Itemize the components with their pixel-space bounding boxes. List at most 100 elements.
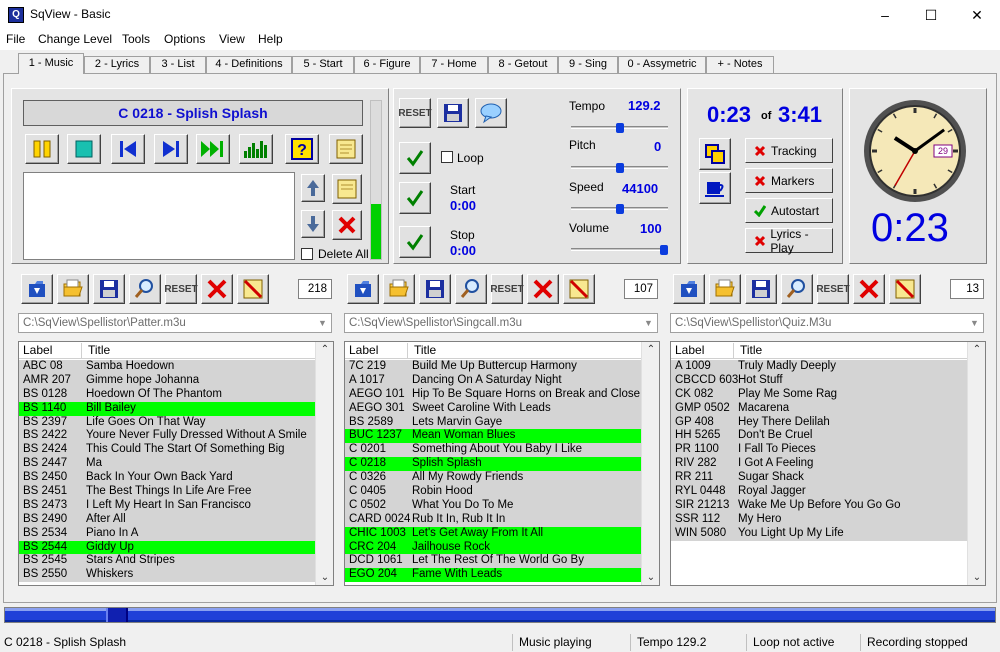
menu-tools[interactable]: Tools xyxy=(122,32,150,46)
edit-button[interactable] xyxy=(563,274,595,304)
tab-start[interactable]: 5 - Start xyxy=(292,56,354,73)
chevron-up-icon[interactable]: ⌃ xyxy=(642,344,659,355)
fast-forward-button[interactable] xyxy=(196,134,230,164)
playlist-select[interactable]: C:\SqView\Spellistor\Quiz.M3u ▼ xyxy=(670,313,984,333)
search-button[interactable] xyxy=(781,274,813,304)
table-row[interactable]: GP 408 Hey There Delilah xyxy=(671,415,967,430)
open-folder-button[interactable] xyxy=(57,274,89,304)
table-row[interactable]: CRC 204 Jailhouse Rock xyxy=(345,540,641,555)
delete-all-checkbox[interactable] xyxy=(301,248,313,260)
chevron-down-icon[interactable]: ⌄ xyxy=(316,572,333,583)
table-row[interactable]: HH 5265 Don't Be Cruel xyxy=(671,429,967,444)
help-button[interactable]: ? xyxy=(285,134,319,164)
minimize-button[interactable]: – xyxy=(862,0,908,30)
table-row[interactable]: BS 1140 Bill Bailey xyxy=(19,401,315,416)
open-folder-button[interactable] xyxy=(383,274,415,304)
tab-getout[interactable]: 8 - Getout xyxy=(488,56,558,73)
move-down-button[interactable] xyxy=(301,210,325,238)
table-row[interactable]: AEGO 301 Sweet Caroline With Leads xyxy=(345,401,641,416)
table-row[interactable]: BUC 1237 Mean Woman Blues xyxy=(345,429,641,444)
tab-notes[interactable]: + - Notes xyxy=(706,56,774,73)
delete-button[interactable] xyxy=(332,210,362,240)
chevron-up-icon[interactable]: ⌃ xyxy=(316,344,333,355)
table-row[interactable]: WIN 5080 You Light Up My Life xyxy=(671,526,967,541)
next-button[interactable] xyxy=(154,134,188,164)
table-row[interactable]: CK 082 Play Me Some Rag xyxy=(671,387,967,402)
maximize-button[interactable]: ☐ xyxy=(908,0,954,30)
pitch-slider-thumb[interactable] xyxy=(615,163,624,173)
table-row[interactable]: BS 0128 Hoedown Of The Phantom xyxy=(19,387,315,402)
reset-list-button[interactable]: RESET xyxy=(816,274,850,304)
column-label-header[interactable]: Label xyxy=(23,343,52,357)
notes-button[interactable] xyxy=(329,134,363,164)
vertical-scrollbar[interactable]: ⌃ ⌄ xyxy=(967,342,985,585)
save-list-button[interactable] xyxy=(419,274,451,304)
save-button[interactable] xyxy=(437,98,469,128)
set-stop-button[interactable] xyxy=(399,226,431,258)
edit-button[interactable] xyxy=(889,274,921,304)
tab-list[interactable]: 3 - List xyxy=(150,56,206,73)
tab-figure[interactable]: 6 - Figure xyxy=(354,56,420,73)
equalizer-button[interactable] xyxy=(239,134,273,164)
table-row[interactable]: C 0502 What You Do To Me xyxy=(345,498,641,513)
tab-assymetric[interactable]: 0 - Assymetric xyxy=(618,56,706,73)
table-row[interactable]: BS 2534 Piano In A xyxy=(19,526,315,541)
remove-button[interactable] xyxy=(853,274,885,304)
table-row[interactable]: SSR 112 My Hero xyxy=(671,512,967,527)
save-list-button[interactable] xyxy=(93,274,125,304)
stop-button[interactable] xyxy=(67,134,101,164)
table-row[interactable]: C 0405 Robin Hood xyxy=(345,485,641,499)
table-row[interactable]: BS 2490 After All xyxy=(19,512,315,527)
window-switch-button[interactable] xyxy=(699,138,731,170)
chevron-down-icon[interactable]: ⌄ xyxy=(968,572,985,583)
previous-button[interactable] xyxy=(111,134,145,164)
playlist-table[interactable]: Label Title A 1009 Truly Madly Deeply CBCCD … xyxy=(670,341,986,586)
loop-check-button[interactable] xyxy=(399,142,431,174)
tab-lyrics[interactable]: 2 - Lyrics xyxy=(84,56,150,73)
autostart-button[interactable]: Autostart xyxy=(745,198,833,223)
menu-view[interactable]: View xyxy=(219,32,245,46)
table-row[interactable]: BS 2473 I Left My Heart In San Francisco xyxy=(19,498,315,513)
reset-button[interactable]: RESET xyxy=(398,98,432,128)
table-row[interactable]: A 1009 Truly Madly Deeply xyxy=(671,360,967,374)
table-row[interactable]: RR 211 Sugar Shack xyxy=(671,471,967,486)
open-folder-button[interactable] xyxy=(709,274,741,304)
tab-music[interactable]: 1 - Music xyxy=(18,53,84,74)
chevron-up-icon[interactable]: ⌃ xyxy=(968,344,985,355)
table-row[interactable]: BS 2422 Youre Never Fully Dressed Without… xyxy=(19,429,315,444)
set-start-button[interactable] xyxy=(399,182,431,214)
table-row[interactable]: CHIC 1003 Let's Get Away From It All xyxy=(345,526,641,541)
playlist-select[interactable]: C:\SqView\Spellistor\Singcall.m3u ▼ xyxy=(344,313,658,333)
remove-button[interactable] xyxy=(201,274,233,304)
reset-list-button[interactable]: RESET xyxy=(164,274,198,304)
volume-slider[interactable] xyxy=(571,248,668,251)
table-row[interactable]: BS 2397 Life Goes On That Way xyxy=(19,415,315,430)
break-button[interactable] xyxy=(699,172,731,204)
table-row[interactable]: EGO 204 Fame With Leads xyxy=(345,568,641,583)
song-progress-bar[interactable] xyxy=(4,607,996,623)
lyrics-play-button[interactable]: Lyrics - Play xyxy=(745,227,833,255)
comment-button[interactable] xyxy=(475,98,507,128)
table-row[interactable]: BS 2447 Ma xyxy=(19,457,315,472)
tab-definitions[interactable]: 4 - Definitions xyxy=(206,56,292,73)
tab-home[interactable]: 7 - Home xyxy=(420,56,488,73)
table-row[interactable]: C 0218 Splish Splash xyxy=(345,457,641,472)
menu-help[interactable]: Help xyxy=(258,32,283,46)
column-label-header[interactable]: Label xyxy=(349,343,378,357)
column-title-header[interactable]: Title xyxy=(733,343,762,359)
table-row[interactable]: DCD 1061 Let The Rest Of The World Go By xyxy=(345,554,641,569)
table-row[interactable]: ABC 08 Samba Hoedown xyxy=(19,360,315,374)
table-row[interactable]: BS 2550 Whiskers xyxy=(19,568,315,583)
table-row[interactable]: BS 2451 The Best Things In Life Are Free xyxy=(19,485,315,499)
table-row[interactable]: PR 1100 I Fall To Pieces xyxy=(671,443,967,458)
markers-button[interactable]: Markers xyxy=(745,168,833,193)
table-row[interactable]: SIR 21213 Wake Me Up Before You Go Go xyxy=(671,498,967,513)
table-row[interactable]: CARD 0024 Rub It In, Rub It In xyxy=(345,512,641,527)
open-button[interactable] xyxy=(673,274,705,304)
table-row[interactable]: 7C 219 Build Me Up Buttercup Harmony xyxy=(345,360,641,374)
menu-change-level[interactable]: Change Level xyxy=(38,32,112,46)
table-row[interactable]: AEGO 101 Hip To Be Square Horns on Break … xyxy=(345,387,641,402)
edit-notes-button[interactable] xyxy=(332,174,362,204)
table-row[interactable]: C 0326 All My Rowdy Friends xyxy=(345,471,641,486)
table-row[interactable]: RYL 0448 Royal Jagger xyxy=(671,485,967,499)
